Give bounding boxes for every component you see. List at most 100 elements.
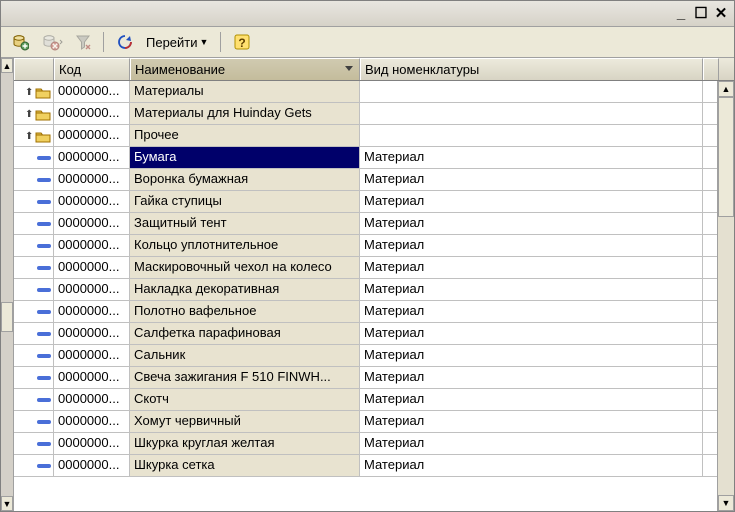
cell-code: 0000000... xyxy=(54,103,130,124)
cell-type: Материал xyxy=(360,433,703,454)
sort-desc-icon xyxy=(345,66,353,71)
row-icon-cell: ⬆ xyxy=(14,125,54,146)
goto-menu-button[interactable]: Перейти ▼ xyxy=(142,31,212,53)
table-row[interactable]: 0000000...Салфетка парафиноваяМатериал xyxy=(14,323,717,345)
header-icon[interactable] xyxy=(14,58,54,80)
row-icon-cell: ⬆ xyxy=(14,103,54,124)
row-icon-cell xyxy=(14,191,54,212)
cell-name: Хомут червичный xyxy=(130,411,360,432)
table-row[interactable]: 0000000...Накладка декоративнаяМатериал xyxy=(14,279,717,301)
cell-name: Шкурка сетка xyxy=(130,455,360,476)
toolbar: Перейти ▼ ? xyxy=(1,27,734,58)
cell-code: 0000000... xyxy=(54,433,130,454)
table-row[interactable]: 0000000...Шкурка круглая желтаяМатериал xyxy=(14,433,717,455)
row-icon-cell xyxy=(14,433,54,454)
item-icon xyxy=(37,156,51,160)
filter-button[interactable] xyxy=(71,31,95,53)
table-row[interactable]: 0000000...Шкурка сеткаМатериал xyxy=(14,455,717,477)
cell-code: 0000000... xyxy=(54,411,130,432)
funnel-icon xyxy=(75,34,91,50)
row-icon-cell xyxy=(14,147,54,168)
scroll-thumb[interactable] xyxy=(718,97,734,217)
row-icon-cell xyxy=(14,301,54,322)
toolbar-separator xyxy=(220,32,221,52)
table-row[interactable]: 0000000...Полотно вафельноеМатериал xyxy=(14,301,717,323)
row-icon-cell xyxy=(14,257,54,278)
scroll-track[interactable] xyxy=(718,97,734,495)
table-row[interactable]: 0000000...Маскировочный чехол на колесоМ… xyxy=(14,257,717,279)
maximize-button[interactable]: ☐ xyxy=(692,5,710,23)
table-row[interactable]: 0000000...СкотчМатериал xyxy=(14,389,717,411)
cell-code: 0000000... xyxy=(54,191,130,212)
cell-name: Скотч xyxy=(130,389,360,410)
cell-type: Материал xyxy=(360,235,703,256)
table-row[interactable]: 0000000...Кольцо уплотнительноеМатериал xyxy=(14,235,717,257)
chevron-down-icon: ▼ xyxy=(200,37,209,47)
table-row[interactable]: 0000000...Гайка ступицыМатериал xyxy=(14,191,717,213)
table-row[interactable]: ⬆0000000...Материалы для Huinday Gets xyxy=(14,103,717,125)
cell-code: 0000000... xyxy=(54,81,130,102)
header-type[interactable]: Вид номенклатуры xyxy=(360,58,703,80)
cell-type: Материал xyxy=(360,367,703,388)
scroll-thumb[interactable] xyxy=(1,302,13,332)
item-icon xyxy=(37,442,51,446)
item-icon xyxy=(37,178,51,182)
cell-type: Материал xyxy=(360,169,703,190)
cell-type: Материал xyxy=(360,455,703,476)
table-row[interactable]: ⬆0000000...Прочее xyxy=(14,125,717,147)
item-icon xyxy=(37,398,51,402)
item-icon xyxy=(37,288,51,292)
item-icon xyxy=(37,244,51,248)
item-icon xyxy=(37,266,51,270)
tree-scrollbar[interactable]: ▲ ▼ xyxy=(1,58,14,511)
header-code[interactable]: Код xyxy=(54,58,130,80)
item-icon xyxy=(37,464,51,468)
grid-vertical-scrollbar[interactable]: ▲ ▼ xyxy=(717,81,734,511)
row-icon-cell xyxy=(14,389,54,410)
cell-name: Гайка ступицы xyxy=(130,191,360,212)
scroll-up-button[interactable]: ▲ xyxy=(1,58,13,73)
cell-type: Материал xyxy=(360,411,703,432)
help-button[interactable]: ? xyxy=(229,31,255,53)
cell-name: Полотно вафельное xyxy=(130,301,360,322)
item-icon xyxy=(37,222,51,226)
refresh-button[interactable] xyxy=(112,31,138,53)
scroll-up-button[interactable]: ▲ xyxy=(718,81,734,97)
header-scroll-cap xyxy=(703,58,719,80)
scroll-down-button[interactable]: ▼ xyxy=(1,496,13,511)
cell-code: 0000000... xyxy=(54,213,130,234)
close-button[interactable]: ✕ xyxy=(712,5,730,23)
item-icon xyxy=(37,354,51,358)
table-row[interactable]: 0000000...Воронка бумажнаяМатериал xyxy=(14,169,717,191)
table-row[interactable]: ⬆0000000...Материалы xyxy=(14,81,717,103)
table-row[interactable]: 0000000...СальникМатериал xyxy=(14,345,717,367)
cell-code: 0000000... xyxy=(54,367,130,388)
new-item-button[interactable] xyxy=(7,31,33,53)
delete-item-button[interactable] xyxy=(37,31,67,53)
scroll-down-button[interactable]: ▼ xyxy=(718,495,734,511)
cell-name: Накладка декоративная xyxy=(130,279,360,300)
table-row[interactable]: 0000000...Свеча зажигания F 510 FINWH...… xyxy=(14,367,717,389)
grid-body[interactable]: ⬆0000000...Материалы⬆0000000...Материалы… xyxy=(14,81,717,511)
row-icon-cell xyxy=(14,367,54,388)
cell-code: 0000000... xyxy=(54,235,130,256)
cell-type: Материал xyxy=(360,279,703,300)
cell-type xyxy=(360,103,703,124)
table-row[interactable]: 0000000...Хомут червичныйМатериал xyxy=(14,411,717,433)
minimize-button[interactable]: _ xyxy=(672,5,690,23)
cell-code: 0000000... xyxy=(54,345,130,366)
cell-type xyxy=(360,81,703,102)
refresh-icon xyxy=(116,33,134,51)
cell-name: Салфетка парафиновая xyxy=(130,323,360,344)
cell-code: 0000000... xyxy=(54,455,130,476)
table-row[interactable]: 0000000...БумагаМатериал xyxy=(14,147,717,169)
cell-name: Кольцо уплотнительное xyxy=(130,235,360,256)
folder-icon xyxy=(35,86,51,99)
table-row[interactable]: 0000000...Защитный тентМатериал xyxy=(14,213,717,235)
cell-code: 0000000... xyxy=(54,389,130,410)
cell-type: Материал xyxy=(360,301,703,322)
cell-type: Материал xyxy=(360,191,703,212)
level-up-icon: ⬆ xyxy=(25,131,33,142)
cell-name: Сальник xyxy=(130,345,360,366)
header-name[interactable]: Наименование xyxy=(130,58,360,80)
